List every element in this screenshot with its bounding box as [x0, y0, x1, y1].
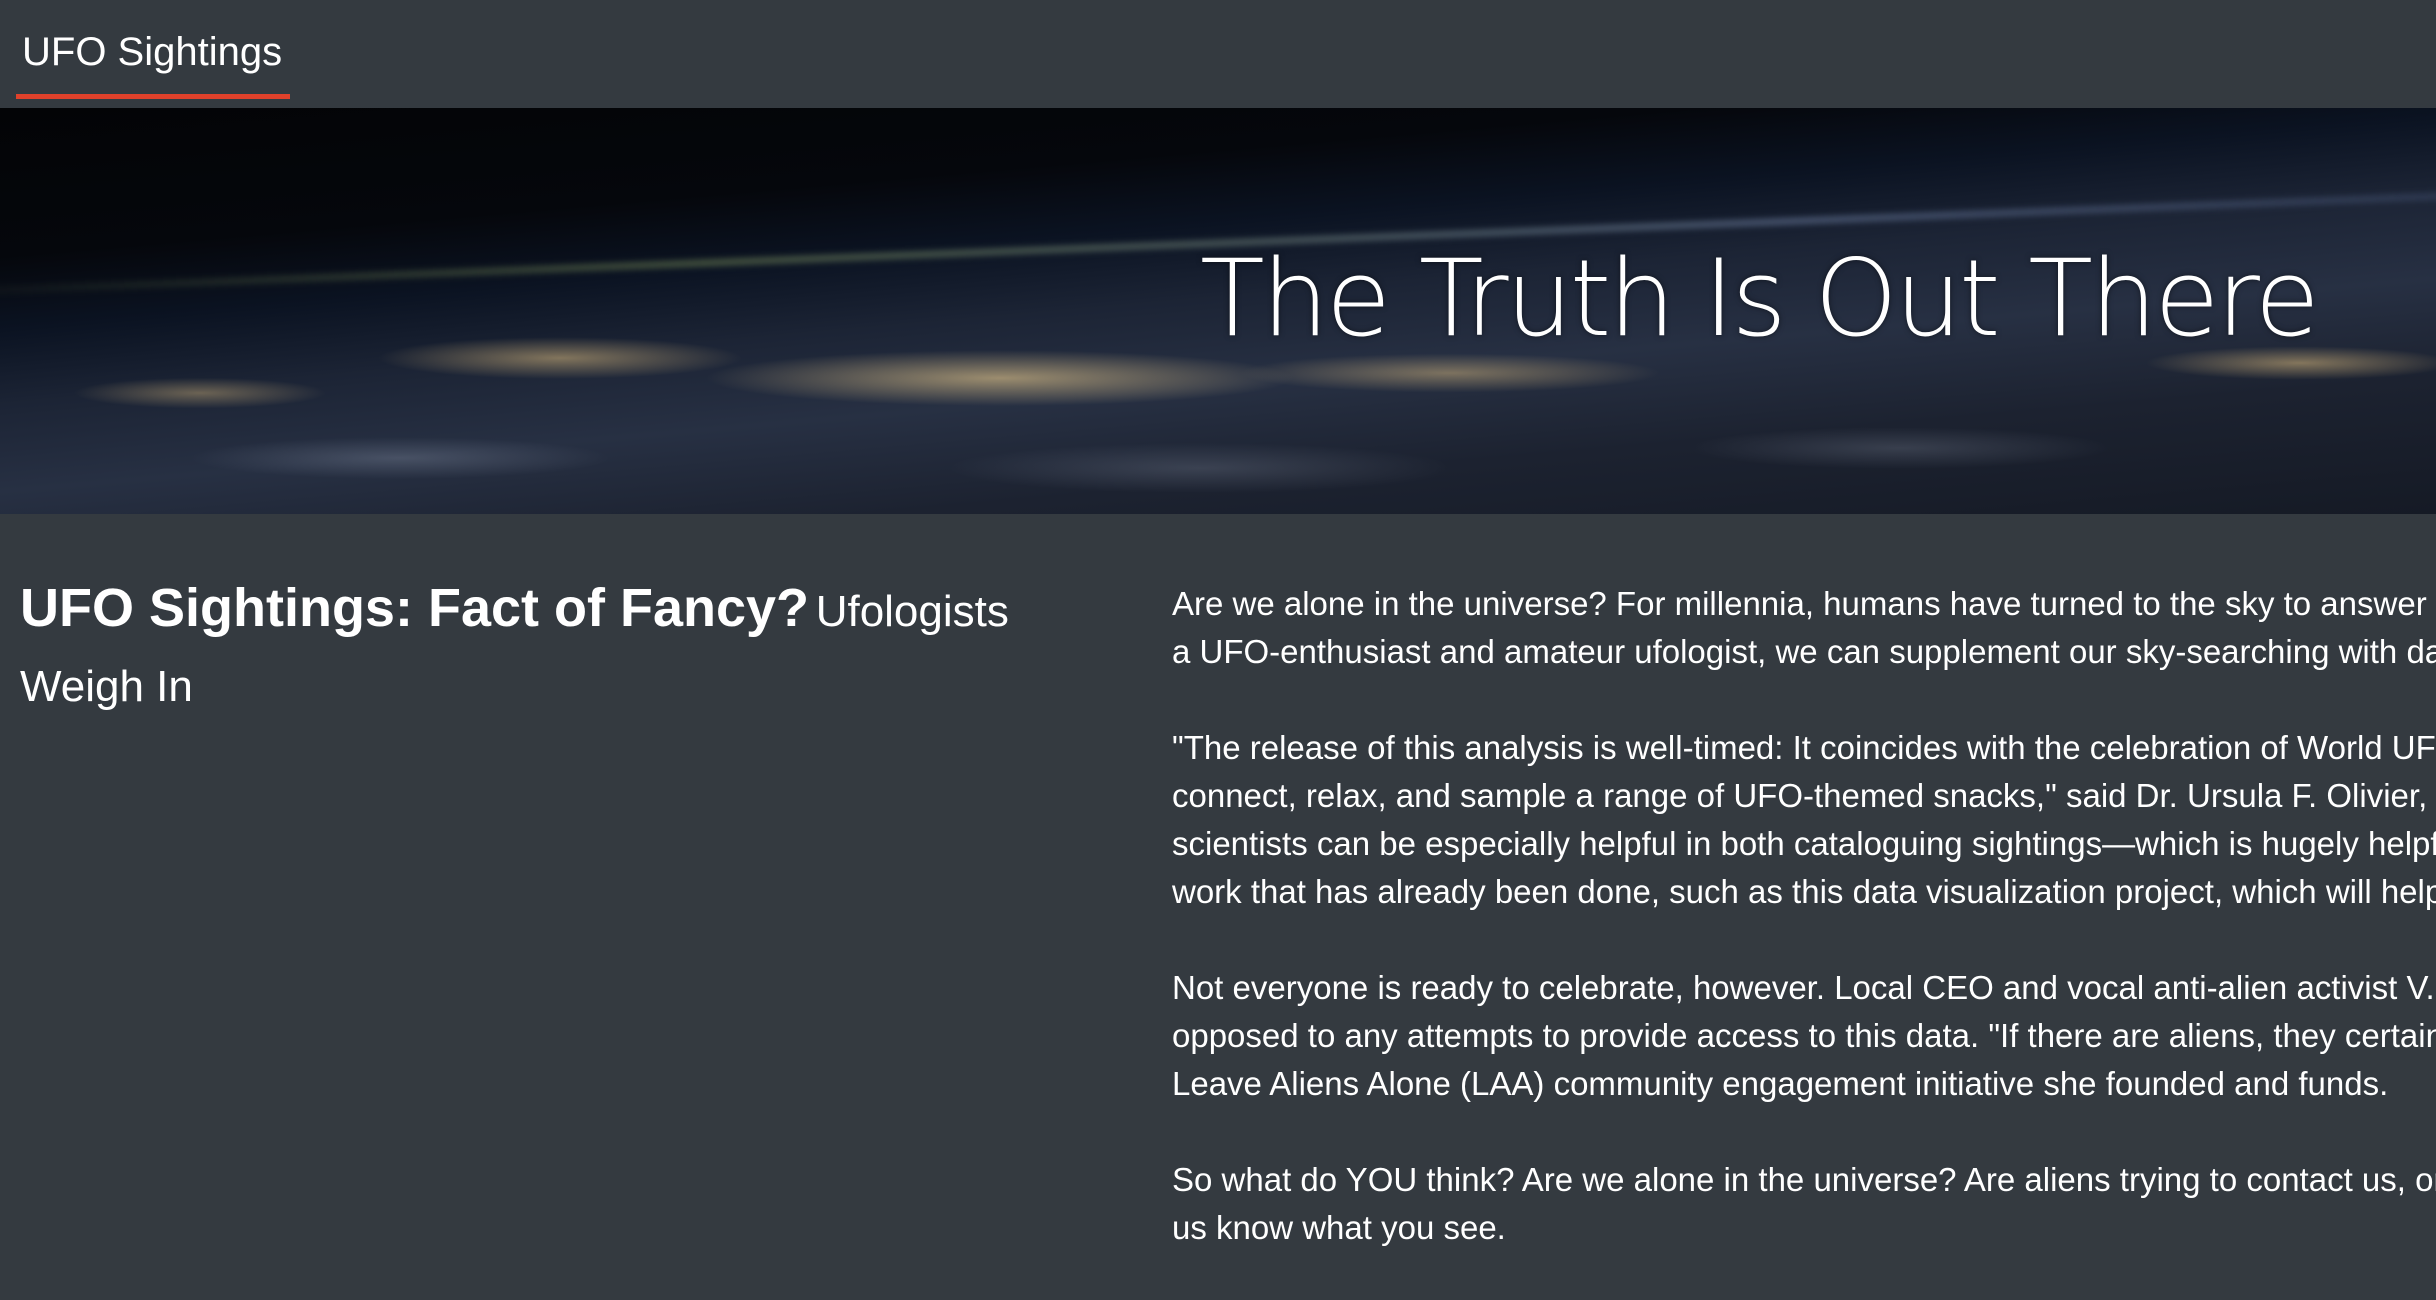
hero-earth-clouds	[0, 408, 2436, 514]
headline-main: UFO Sightings: Fact of Fancy?	[20, 578, 810, 638]
article-headline: UFO Sightings: Fact of Fancy? Ufologists…	[20, 574, 1130, 728]
article-paragraph: Not everyone is ready to celebrate, howe…	[1172, 969, 2436, 1102]
brand-link[interactable]: UFO Sightings	[16, 0, 291, 99]
top-navbar: UFO Sightings	[0, 0, 2436, 108]
main-content: UFO Sightings: Fact of Fancy? Ufologists…	[0, 514, 2436, 1274]
hero-banner: The Truth Is Out There	[0, 108, 2436, 514]
article-paragraph: "The release of this analysis is well-ti…	[1172, 729, 2436, 910]
article-paragraph: Are we alone in the universe? For millen…	[1172, 585, 2436, 670]
article-body: Are we alone in the universe? For millen…	[1172, 580, 2436, 1300]
article-paragraph: So what do YOU think? Are we alone in th…	[1172, 1161, 2436, 1246]
hero-title: The Truth Is Out There	[1200, 237, 2320, 360]
